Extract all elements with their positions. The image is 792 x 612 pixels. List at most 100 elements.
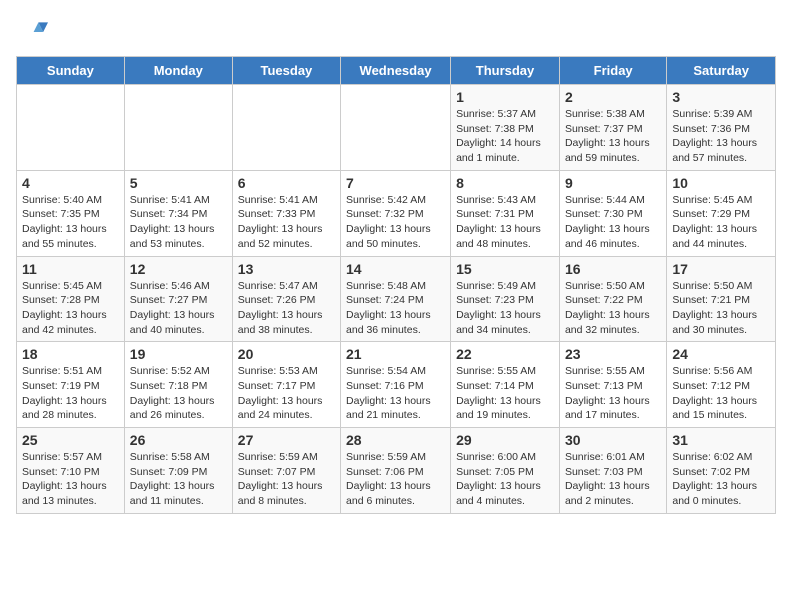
day-info: Sunrise: 5:54 AM Sunset: 7:16 PM Dayligh…: [346, 364, 445, 423]
day-number: 31: [672, 432, 770, 448]
calendar-cell: 17 Sunrise: 5:50 AM Sunset: 7:21 PM Dayli…: [667, 256, 776, 342]
day-number: 24: [672, 346, 770, 362]
calendar-cell: [17, 85, 125, 171]
day-of-week-header: Saturday: [667, 57, 776, 85]
day-number: 14: [346, 261, 445, 277]
day-info: Sunrise: 5:56 AM Sunset: 7:12 PM Dayligh…: [672, 364, 770, 423]
day-number: 10: [672, 175, 770, 191]
calendar-cell: 23 Sunrise: 5:55 AM Sunset: 7:13 PM Dayli…: [559, 342, 666, 428]
day-number: 16: [565, 261, 661, 277]
calendar-header-row: SundayMondayTuesdayWednesdayThursdayFrid…: [17, 57, 776, 85]
calendar-cell: 7 Sunrise: 5:42 AM Sunset: 7:32 PM Daylig…: [341, 170, 451, 256]
day-number: 29: [456, 432, 554, 448]
day-info: Sunrise: 6:00 AM Sunset: 7:05 PM Dayligh…: [456, 450, 554, 509]
day-number: 18: [22, 346, 119, 362]
calendar-cell: 9 Sunrise: 5:44 AM Sunset: 7:30 PM Daylig…: [559, 170, 666, 256]
day-of-week-header: Monday: [124, 57, 232, 85]
day-info: Sunrise: 5:50 AM Sunset: 7:21 PM Dayligh…: [672, 279, 770, 338]
calendar-cell: 4 Sunrise: 5:40 AM Sunset: 7:35 PM Daylig…: [17, 170, 125, 256]
day-info: Sunrise: 5:41 AM Sunset: 7:33 PM Dayligh…: [238, 193, 335, 252]
day-info: Sunrise: 5:47 AM Sunset: 7:26 PM Dayligh…: [238, 279, 335, 338]
calendar-cell: 20 Sunrise: 5:53 AM Sunset: 7:17 PM Dayli…: [232, 342, 340, 428]
day-number: 4: [22, 175, 119, 191]
day-number: 26: [130, 432, 227, 448]
calendar-cell: 24 Sunrise: 5:56 AM Sunset: 7:12 PM Dayli…: [667, 342, 776, 428]
day-info: Sunrise: 5:41 AM Sunset: 7:34 PM Dayligh…: [130, 193, 227, 252]
day-number: 7: [346, 175, 445, 191]
day-number: 3: [672, 89, 770, 105]
day-info: Sunrise: 5:44 AM Sunset: 7:30 PM Dayligh…: [565, 193, 661, 252]
day-of-week-header: Wednesday: [341, 57, 451, 85]
calendar-week-row: 25 Sunrise: 5:57 AM Sunset: 7:10 PM Dayli…: [17, 428, 776, 514]
calendar-week-row: 4 Sunrise: 5:40 AM Sunset: 7:35 PM Daylig…: [17, 170, 776, 256]
day-info: Sunrise: 5:37 AM Sunset: 7:38 PM Dayligh…: [456, 107, 554, 166]
day-info: Sunrise: 5:43 AM Sunset: 7:31 PM Dayligh…: [456, 193, 554, 252]
day-number: 22: [456, 346, 554, 362]
calendar-cell: 19 Sunrise: 5:52 AM Sunset: 7:18 PM Dayli…: [124, 342, 232, 428]
day-info: Sunrise: 5:42 AM Sunset: 7:32 PM Dayligh…: [346, 193, 445, 252]
day-info: Sunrise: 5:39 AM Sunset: 7:36 PM Dayligh…: [672, 107, 770, 166]
calendar-week-row: 1 Sunrise: 5:37 AM Sunset: 7:38 PM Daylig…: [17, 85, 776, 171]
day-number: 15: [456, 261, 554, 277]
calendar-cell: 21 Sunrise: 5:54 AM Sunset: 7:16 PM Dayli…: [341, 342, 451, 428]
calendar-cell: 31 Sunrise: 6:02 AM Sunset: 7:02 PM Dayli…: [667, 428, 776, 514]
calendar-cell: 16 Sunrise: 5:50 AM Sunset: 7:22 PM Dayli…: [559, 256, 666, 342]
day-number: 21: [346, 346, 445, 362]
calendar-cell: 12 Sunrise: 5:46 AM Sunset: 7:27 PM Dayli…: [124, 256, 232, 342]
day-info: Sunrise: 5:45 AM Sunset: 7:28 PM Dayligh…: [22, 279, 119, 338]
calendar-cell: 25 Sunrise: 5:57 AM Sunset: 7:10 PM Dayli…: [17, 428, 125, 514]
day-info: Sunrise: 5:50 AM Sunset: 7:22 PM Dayligh…: [565, 279, 661, 338]
day-info: Sunrise: 5:46 AM Sunset: 7:27 PM Dayligh…: [130, 279, 227, 338]
calendar-cell: 11Sunrise: 5:45 AM Sunset: 7:28 PM Dayli…: [17, 256, 125, 342]
calendar-cell: 5 Sunrise: 5:41 AM Sunset: 7:34 PM Daylig…: [124, 170, 232, 256]
day-info: Sunrise: 6:01 AM Sunset: 7:03 PM Dayligh…: [565, 450, 661, 509]
calendar-cell: 27 Sunrise: 5:59 AM Sunset: 7:07 PM Dayli…: [232, 428, 340, 514]
day-info: Sunrise: 5:45 AM Sunset: 7:29 PM Dayligh…: [672, 193, 770, 252]
day-of-week-header: Sunday: [17, 57, 125, 85]
day-number: 9: [565, 175, 661, 191]
day-info: Sunrise: 5:59 AM Sunset: 7:07 PM Dayligh…: [238, 450, 335, 509]
day-info: Sunrise: 5:58 AM Sunset: 7:09 PM Dayligh…: [130, 450, 227, 509]
logo: [16, 16, 52, 48]
calendar-cell: [232, 85, 340, 171]
day-info: Sunrise: 5:53 AM Sunset: 7:17 PM Dayligh…: [238, 364, 335, 423]
day-number: 28: [346, 432, 445, 448]
day-info: Sunrise: 5:52 AM Sunset: 7:18 PM Dayligh…: [130, 364, 227, 423]
day-info: Sunrise: 6:02 AM Sunset: 7:02 PM Dayligh…: [672, 450, 770, 509]
calendar-cell: 22 Sunrise: 5:55 AM Sunset: 7:14 PM Dayli…: [451, 342, 560, 428]
day-number: 19: [130, 346, 227, 362]
calendar-cell: [341, 85, 451, 171]
day-info: Sunrise: 5:48 AM Sunset: 7:24 PM Dayligh…: [346, 279, 445, 338]
calendar-cell: 2Sunrise: 5:38 AM Sunset: 7:37 PM Daylig…: [559, 85, 666, 171]
day-of-week-header: Friday: [559, 57, 666, 85]
day-number: 1: [456, 89, 554, 105]
day-number: 13: [238, 261, 335, 277]
calendar-cell: 28 Sunrise: 5:59 AM Sunset: 7:06 PM Dayli…: [341, 428, 451, 514]
day-info: Sunrise: 5:55 AM Sunset: 7:13 PM Dayligh…: [565, 364, 661, 423]
day-info: Sunrise: 5:40 AM Sunset: 7:35 PM Dayligh…: [22, 193, 119, 252]
day-info: Sunrise: 5:49 AM Sunset: 7:23 PM Dayligh…: [456, 279, 554, 338]
day-number: 30: [565, 432, 661, 448]
calendar-cell: [124, 85, 232, 171]
day-number: 12: [130, 261, 227, 277]
calendar-cell: 15 Sunrise: 5:49 AM Sunset: 7:23 PM Dayli…: [451, 256, 560, 342]
calendar-cell: 30 Sunrise: 6:01 AM Sunset: 7:03 PM Dayli…: [559, 428, 666, 514]
calendar-cell: 18 Sunrise: 5:51 AM Sunset: 7:19 PM Dayli…: [17, 342, 125, 428]
day-number: 8: [456, 175, 554, 191]
calendar-cell: 29 Sunrise: 6:00 AM Sunset: 7:05 PM Dayli…: [451, 428, 560, 514]
day-number: 20: [238, 346, 335, 362]
day-info: Sunrise: 5:57 AM Sunset: 7:10 PM Dayligh…: [22, 450, 119, 509]
day-info: Sunrise: 5:59 AM Sunset: 7:06 PM Dayligh…: [346, 450, 445, 509]
day-number: 23: [565, 346, 661, 362]
day-info: Sunrise: 5:51 AM Sunset: 7:19 PM Dayligh…: [22, 364, 119, 423]
calendar-week-row: 18 Sunrise: 5:51 AM Sunset: 7:19 PM Dayli…: [17, 342, 776, 428]
calendar-cell: 6Sunrise: 5:41 AM Sunset: 7:33 PM Daylig…: [232, 170, 340, 256]
calendar-week-row: 11Sunrise: 5:45 AM Sunset: 7:28 PM Dayli…: [17, 256, 776, 342]
page-header: [16, 16, 776, 48]
day-info: Sunrise: 5:55 AM Sunset: 7:14 PM Dayligh…: [456, 364, 554, 423]
day-info: Sunrise: 5:38 AM Sunset: 7:37 PM Dayligh…: [565, 107, 661, 166]
day-number: 5: [130, 175, 227, 191]
day-number: 17: [672, 261, 770, 277]
day-number: 25: [22, 432, 119, 448]
day-number: 27: [238, 432, 335, 448]
